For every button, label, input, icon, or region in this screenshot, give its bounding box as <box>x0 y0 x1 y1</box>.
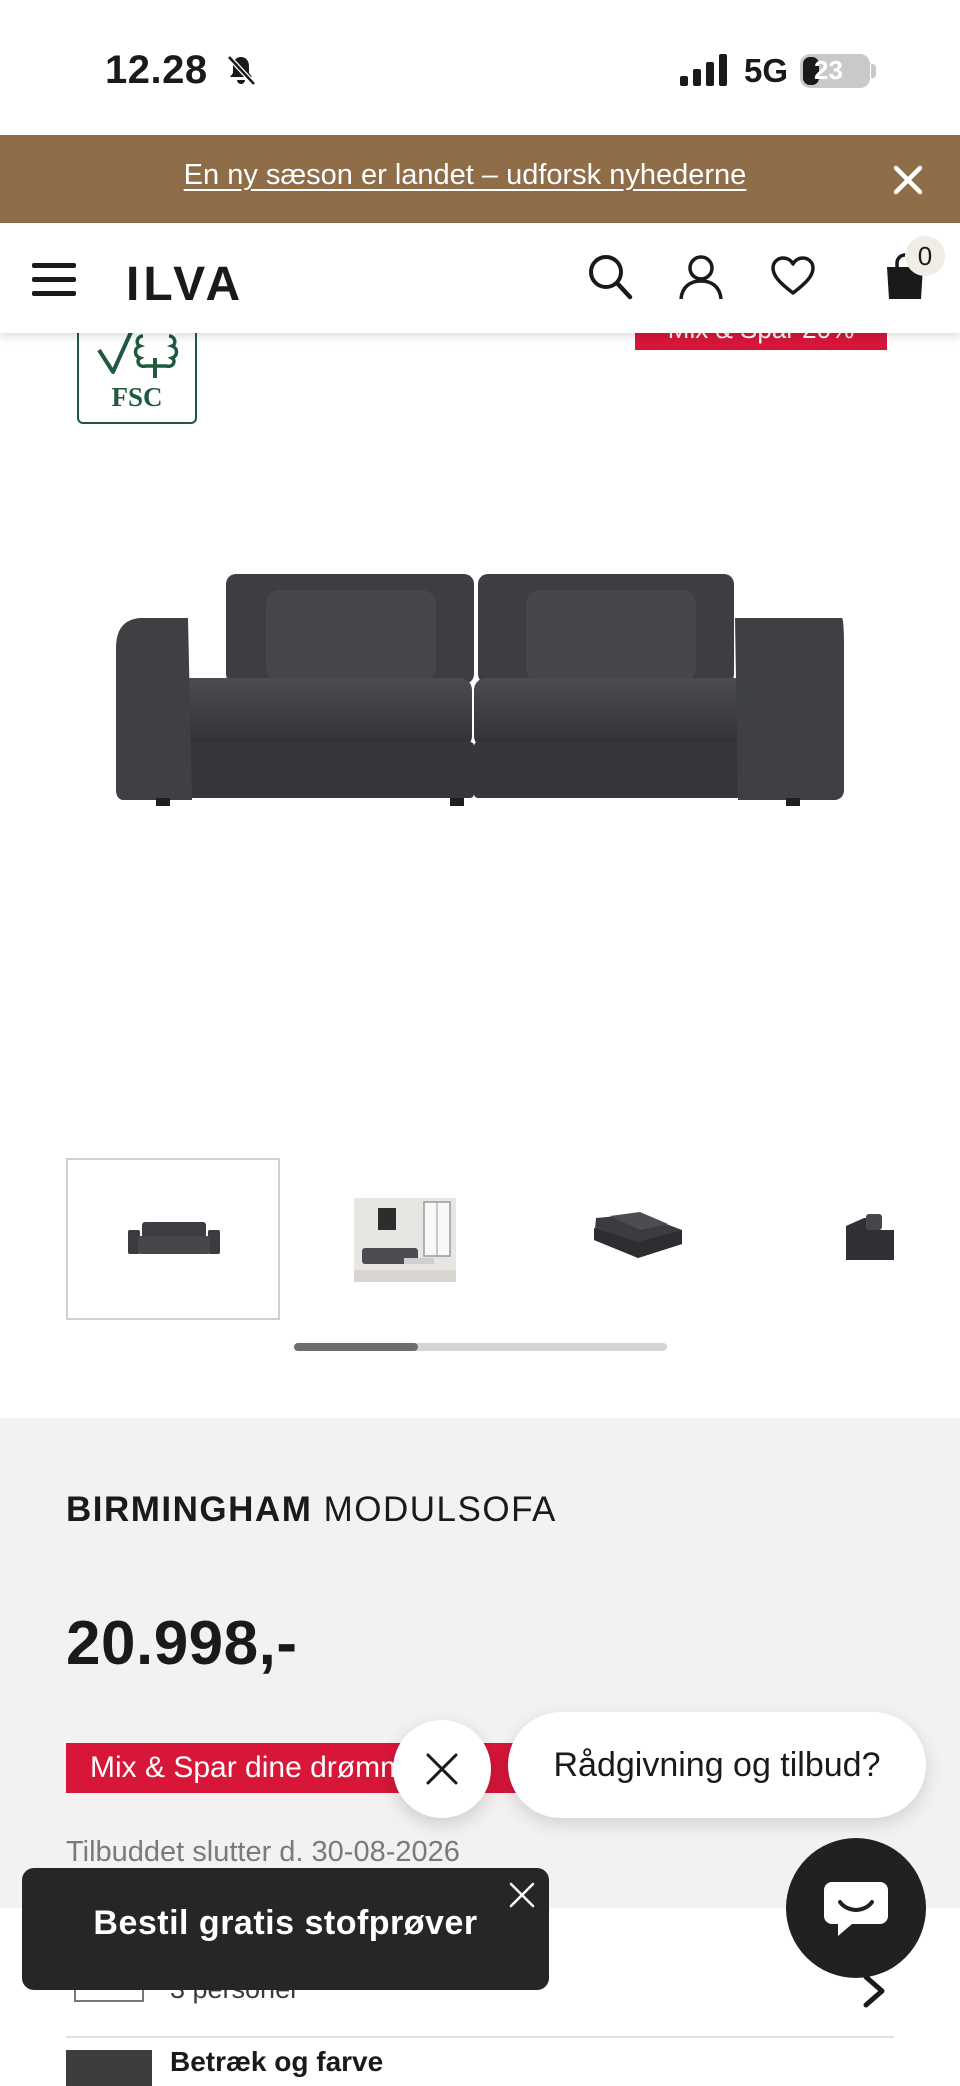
close-icon <box>426 1753 458 1785</box>
search-icon[interactable] <box>587 253 633 301</box>
product-price: 20.998,- <box>66 1609 298 1678</box>
thumbnail-2[interactable] <box>296 1158 510 1320</box>
wishlist-icon[interactable] <box>770 253 816 301</box>
battery-icon: 23 <box>800 54 870 88</box>
thumbnail-side-image <box>846 1214 894 1260</box>
close-icon[interactable] <box>507 1880 537 1910</box>
site-header: ILVA 0 <box>0 223 960 333</box>
thumbnail-4[interactable] <box>790 1158 960 1320</box>
battery-level: 23 <box>814 55 843 85</box>
account-icon[interactable] <box>678 253 724 301</box>
close-icon[interactable] <box>890 162 926 198</box>
order-samples-button[interactable]: Bestil gratis stofprøver <box>22 1868 549 1990</box>
order-samples-label: Bestil gratis stofprøver <box>93 1904 478 1942</box>
status-time: 12.28 <box>105 48 208 92</box>
thumbnail-angle-image <box>594 1212 682 1258</box>
product-title: BIRMINGHAM MODULSOFA <box>66 1490 557 1530</box>
thumbnail-room-image <box>354 1198 456 1282</box>
main-product-image[interactable] <box>110 560 850 820</box>
network-type: 5G <box>744 52 789 89</box>
thumbnail-3[interactable] <box>530 1158 744 1320</box>
bell-slash-icon <box>227 55 256 86</box>
chat-dismiss-button[interactable] <box>393 1720 491 1818</box>
product-info-panel: BIRMINGHAM MODULSOFA 20.998,- Mix & Spar… <box>0 1418 960 1908</box>
chat-icon <box>824 1882 888 1936</box>
cart-count-badge: 0 <box>905 236 945 276</box>
promo-banner: En ny sæson er landet – udforsk nyhedern… <box>0 135 960 223</box>
chat-launcher-button[interactable] <box>786 1838 926 1978</box>
product-brand: BIRMINGHAM <box>66 1490 313 1529</box>
offer-end-date: Tilbuddet slutter d. 30-08-2026 <box>66 1836 460 1868</box>
thumbnail-sofa-image <box>128 1222 220 1254</box>
cover-option-row[interactable]: Betræk og farve <box>66 2040 894 2086</box>
thumbnail-1[interactable] <box>66 1158 280 1320</box>
fsc-logo: FSC <box>77 318 197 424</box>
gallery-scrollbar-thumb[interactable] <box>294 1343 418 1351</box>
fsc-label: FSC <box>111 382 163 412</box>
fabric-swatch <box>66 2050 152 2086</box>
chevron-right-icon <box>863 1974 885 2008</box>
chat-prompt-bubble[interactable]: Rådgivning og tilbud? <box>508 1712 926 1818</box>
cover-option-label: Betræk og farve <box>170 2046 384 2077</box>
battery-tip <box>871 64 876 78</box>
menu-icon[interactable] <box>32 263 76 297</box>
status-bar: 12.28 5G 23 <box>0 0 960 135</box>
ilva-logo[interactable]: ILVA <box>126 257 244 312</box>
signal-icon <box>680 54 727 86</box>
promo-link[interactable]: En ny sæson er landet – udforsk nyhedern… <box>0 159 930 192</box>
product-type: MODULSOFA <box>323 1490 557 1529</box>
